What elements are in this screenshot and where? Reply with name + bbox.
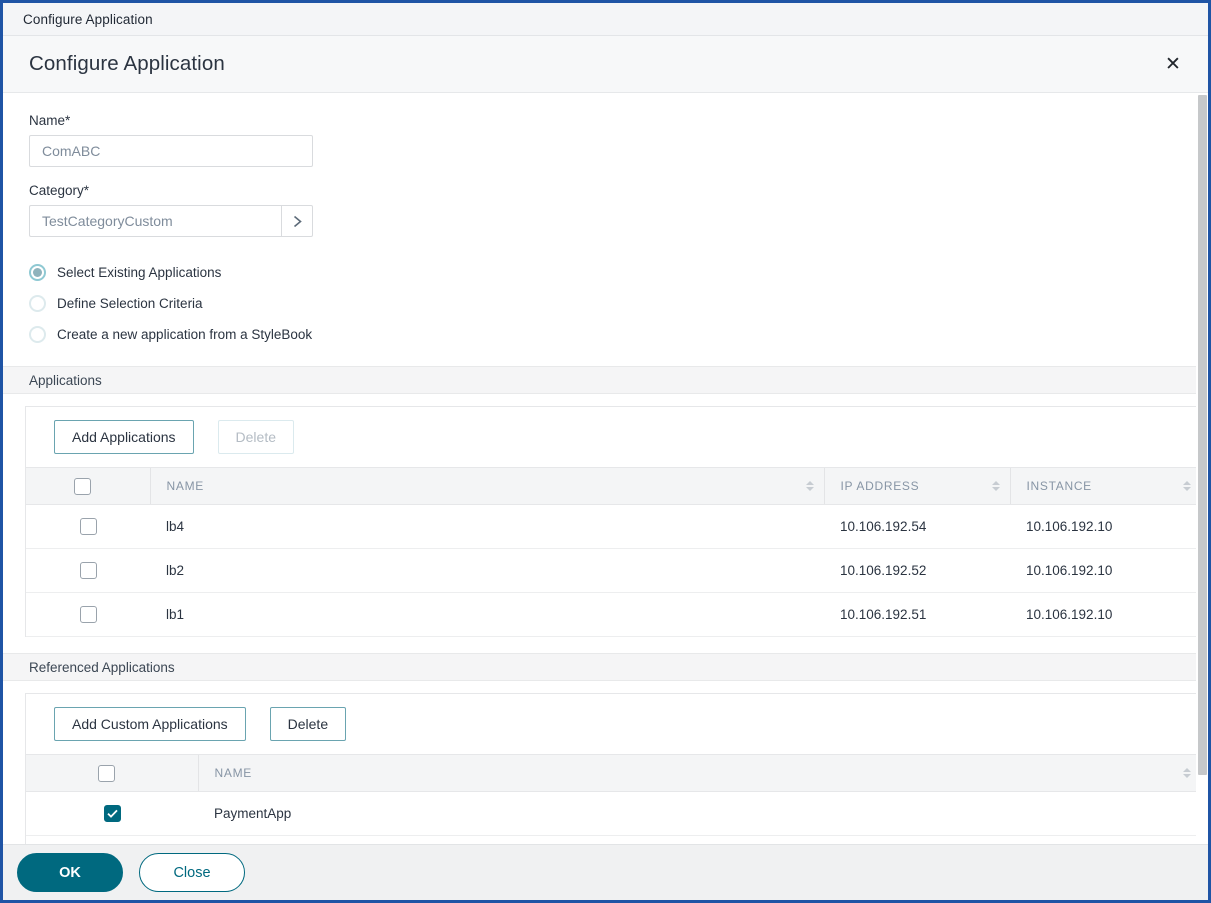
- column-header-label: NAME: [214, 766, 252, 780]
- sort-icon[interactable]: [1183, 481, 1191, 491]
- delete-applications-button[interactable]: Delete: [217, 420, 294, 454]
- delete-custom-applications-button[interactable]: Delete: [269, 707, 347, 741]
- applications-column-instance[interactable]: INSTANCE: [1009, 467, 1201, 505]
- table-row[interactable]: lb4 10.106.192.54 10.106.192.10: [26, 504, 1201, 549]
- radio-icon: [29, 264, 46, 281]
- applications-select-all-header: [26, 467, 150, 505]
- column-header-label: INSTANCE: [1026, 479, 1092, 493]
- category-label: Category*: [29, 183, 90, 198]
- dialog-footer: OK Close: [3, 844, 1208, 900]
- name-field-block: Name*: [29, 113, 1202, 167]
- name-input[interactable]: [29, 135, 313, 167]
- row-select-cell: [26, 548, 150, 593]
- select-all-checkbox[interactable]: [74, 477, 92, 495]
- dialog-body: Name* Category* TestCategoryCustom: [3, 93, 1208, 844]
- referenced-applications-table: NAME PaymentApp: [26, 754, 1201, 836]
- category-select[interactable]: TestCategoryCustom: [29, 205, 313, 237]
- row-checkbox[interactable]: [79, 518, 97, 535]
- row-name: lb4: [150, 504, 824, 549]
- row-ip-address: 10.106.192.52: [824, 548, 1010, 593]
- referenced-column-name[interactable]: NAME: [197, 754, 1201, 792]
- referenced-applications-toolbar: Add Custom Applications Delete: [26, 694, 1201, 754]
- applications-table: NAME IP ADDRESS INSTANCE lb4 10.106.192.…: [26, 467, 1201, 637]
- column-header-label: IP ADDRESS: [840, 479, 920, 493]
- dialog-header: Configure Application ✕: [3, 36, 1208, 93]
- table-row[interactable]: lb1 10.106.192.51 10.106.192.10: [26, 592, 1201, 637]
- configure-application-dialog: Configure Application ✕ Name* Category* …: [3, 36, 1208, 900]
- radio-select-existing-applications[interactable]: Select Existing Applications: [29, 257, 1202, 288]
- page-title: Configure Application: [29, 52, 225, 75]
- row-name: PaymentApp: [198, 791, 1201, 836]
- form-area: Name* Category* TestCategoryCustom: [3, 93, 1202, 350]
- referenced-table-header-row: NAME: [26, 754, 1201, 792]
- chevron-right-icon[interactable]: [281, 205, 313, 237]
- ok-button[interactable]: OK: [17, 853, 123, 892]
- row-checkbox[interactable]: [79, 562, 97, 579]
- window-titlebar: Configure Application: [3, 3, 1208, 36]
- mode-radio-group: Select Existing Applications Define Sele…: [29, 257, 1202, 350]
- radio-create-from-stylebook[interactable]: Create a new application from a StyleBoo…: [29, 319, 1202, 350]
- referenced-applications-section-header: Referenced Applications: [3, 653, 1202, 681]
- radio-label: Create a new application from a StyleBoo…: [57, 327, 313, 342]
- row-instance: 10.106.192.10: [1010, 548, 1201, 593]
- row-ip-address: 10.106.192.51: [824, 592, 1010, 637]
- applications-card: Add Applications Delete NAME IP ADDRESS …: [25, 406, 1202, 637]
- row-select-cell: [26, 592, 150, 637]
- sort-icon[interactable]: [1183, 768, 1191, 778]
- table-row[interactable]: lb2 10.106.192.52 10.106.192.10: [26, 548, 1201, 593]
- applications-column-name[interactable]: NAME: [149, 467, 824, 505]
- referenced-applications-card: Add Custom Applications Delete NAME Paym…: [25, 693, 1202, 844]
- radio-icon: [29, 295, 46, 312]
- radio-icon: [29, 326, 46, 343]
- category-field-block: Category* TestCategoryCustom: [29, 183, 1202, 237]
- row-checkbox[interactable]: [103, 805, 121, 822]
- close-button[interactable]: Close: [139, 853, 245, 892]
- select-all-checkbox[interactable]: [98, 764, 116, 782]
- row-select-cell: [26, 504, 150, 549]
- applications-table-header-row: NAME IP ADDRESS INSTANCE: [26, 467, 1201, 505]
- vertical-scrollbar[interactable]: [1196, 93, 1208, 844]
- add-custom-applications-button[interactable]: Add Custom Applications: [54, 707, 246, 741]
- application-window: Configure Application Configure Applicat…: [0, 0, 1211, 903]
- scrollbar-thumb[interactable]: [1198, 95, 1207, 775]
- referenced-table-tail: [26, 836, 1201, 844]
- row-instance: 10.106.192.10: [1010, 592, 1201, 637]
- radio-label: Define Selection Criteria: [57, 296, 203, 311]
- row-instance: 10.106.192.10: [1010, 504, 1201, 549]
- category-value: TestCategoryCustom: [29, 205, 281, 237]
- row-checkbox[interactable]: [79, 606, 97, 623]
- row-name: lb2: [150, 548, 824, 593]
- referenced-applications-section-label: Referenced Applications: [29, 659, 175, 675]
- applications-toolbar: Add Applications Delete: [26, 407, 1201, 467]
- referenced-select-all-header: [26, 754, 198, 792]
- sort-icon[interactable]: [805, 481, 814, 491]
- table-row[interactable]: PaymentApp: [26, 791, 1201, 836]
- close-icon[interactable]: ✕: [1160, 51, 1186, 77]
- dialog-body-content: Name* Category* TestCategoryCustom: [3, 93, 1202, 844]
- radio-label: Select Existing Applications: [57, 265, 222, 280]
- applications-column-ip-address[interactable]: IP ADDRESS: [823, 467, 1010, 505]
- name-label: Name*: [29, 113, 71, 128]
- add-applications-button[interactable]: Add Applications: [54, 420, 194, 454]
- window-title-text: Configure Application: [23, 11, 153, 27]
- row-ip-address: 10.106.192.54: [824, 504, 1010, 549]
- radio-define-selection-criteria[interactable]: Define Selection Criteria: [29, 288, 1202, 319]
- column-header-label: NAME: [166, 479, 204, 493]
- row-name: lb1: [150, 592, 824, 637]
- applications-section-header: Applications: [3, 366, 1202, 394]
- applications-section-label: Applications: [29, 372, 102, 388]
- row-select-cell: [26, 791, 198, 836]
- sort-icon[interactable]: [991, 481, 1000, 491]
